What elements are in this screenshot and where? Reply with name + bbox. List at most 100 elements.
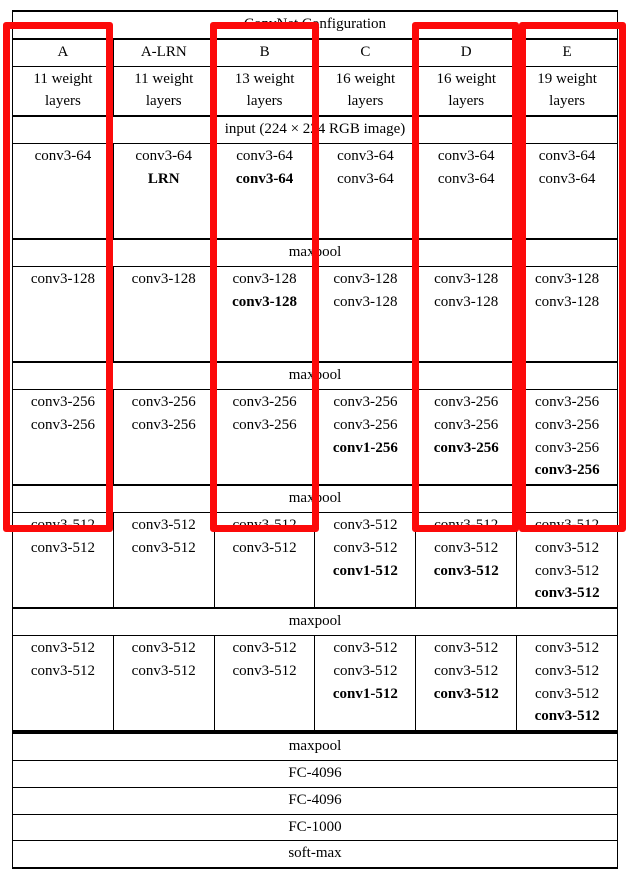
layer-entry: conv3-256 [131, 393, 196, 410]
layer-entry-spacer [116, 213, 212, 236]
layer-entry: conv3-128 [131, 270, 196, 287]
layer-entry-spacer [317, 705, 413, 728]
depth-line-2: layers [45, 93, 81, 110]
table-row-title: ConvNet Configuration [11, 10, 619, 40]
layer-entry: LRN [147, 170, 180, 187]
layer-entry-spacer [418, 459, 514, 482]
layer-entry: conv1-512 [332, 562, 398, 579]
layer-entry-spacer [418, 314, 514, 337]
cell-block-64-col-a: conv3-64 [12, 143, 114, 241]
layer-entry-spacer [217, 191, 313, 214]
table-row-footer: FC-4096 [12, 787, 618, 815]
table-row-maxpool: maxpool [11, 485, 619, 513]
layer-entry: conv3-64 [235, 170, 294, 187]
layer-entry: conv3-512 [131, 539, 196, 556]
layer-entry: conv3-512 [333, 516, 398, 533]
depth-line-2: layers [347, 93, 384, 110]
layer-entry-spacer [15, 683, 111, 706]
depth-line-1: 16 weight [335, 70, 396, 87]
layer-entry-spacer [418, 705, 514, 728]
layer-entry-spacer [15, 336, 111, 359]
table-row-maxpool: maxpool [11, 239, 619, 267]
table-title: ConvNet Configuration [11, 10, 619, 40]
cell-block-256-col-e: conv3-256 conv3-256 conv3-256 conv3-256 [516, 389, 619, 487]
cell-block-512-b-col-a-lrn: conv3-512 conv3-512 [112, 635, 215, 733]
depth-line-1: 13 weight [234, 70, 295, 87]
layer-entry-spacer [217, 683, 313, 706]
maxpool-label: maxpool [11, 485, 619, 513]
layer-entry: conv3-512 [131, 639, 196, 656]
footer-row-fc-1000: FC-1000 [12, 814, 618, 842]
column-depth-a-lrn: 11 weight layers [112, 66, 215, 118]
layer-entry: conv3-512 [333, 539, 398, 556]
cell-block-256-col-c: conv3-256 conv3-256 conv1-256 [314, 389, 416, 487]
layer-entry: conv3-512 [535, 539, 600, 556]
cell-block-128-col-e: conv3-128 conv3-128 [516, 266, 619, 364]
layer-entry: conv3-256 [534, 462, 600, 479]
layer-entry: conv3-512 [232, 662, 297, 679]
column-depth-d: 16 weight layers [415, 66, 517, 118]
layer-entry: conv3-128 [232, 293, 298, 310]
cell-block-512-b-col-a: conv3-512 conv3-512 [12, 635, 114, 733]
layer-entry: conv1-256 [332, 439, 398, 456]
layer-entry: conv3-64 [437, 147, 495, 164]
layer-entry-spacer [217, 213, 313, 236]
cell-block-512-a-col-e: conv3-512 conv3-512 conv3-512 conv3-512 [516, 512, 619, 610]
column-header-a: A [12, 37, 114, 67]
layer-entry: conv3-512 [535, 639, 600, 656]
layer-entry: conv3-512 [30, 516, 95, 533]
convnet-configuration-table: ConvNet Configuration A A-LRN B C D E 11… [11, 10, 619, 869]
classifier-table: maxpool FC-4096 FC-4096 FC-1000 soft-max [12, 732, 618, 869]
layer-entry: conv3-64 [337, 170, 394, 187]
layer-entry-spacer [217, 336, 313, 359]
footer-row-fc-4096-1: FC-4096 [12, 760, 618, 788]
cell-block-512-b-col-c: conv3-512 conv3-512 conv1-512 [314, 635, 416, 733]
column-header-c: C [314, 37, 416, 67]
layer-entry-spacer [15, 437, 111, 460]
layer-entry-spacer [317, 582, 413, 605]
layer-entry: conv3-128 [333, 270, 398, 287]
layer-entry-spacer [519, 213, 615, 236]
layer-entry-spacer [217, 582, 313, 605]
column-header-a-lrn: A-LRN [112, 37, 215, 67]
cell-block-512-b-col-d: conv3-512 conv3-512 conv3-512 [415, 635, 517, 733]
depth-line-2: layers [448, 93, 485, 110]
layer-entry: conv3-512 [131, 516, 196, 533]
layer-entry: conv3-256 [232, 393, 297, 410]
cell-block-256-col-d: conv3-256 conv3-256 conv3-256 [415, 389, 517, 487]
layer-entry-spacer [15, 582, 111, 605]
column-header-d: D [415, 37, 517, 67]
depth-line-2: layers [549, 93, 585, 110]
layer-entry: conv3-512 [30, 639, 95, 656]
table-row-block-512-b: conv3-512 conv3-512 conv3-512 conv3-512 co… [12, 635, 619, 733]
cell-block-256-col-a: conv3-256 conv3-256 [12, 389, 114, 487]
layer-entry: conv3-512 [535, 662, 600, 679]
layer-entry: conv3-512 [534, 585, 600, 602]
layer-entry-spacer [15, 213, 111, 236]
table-row-maxpool: maxpool [11, 362, 619, 390]
maxpool-label: maxpool [11, 362, 619, 390]
layer-entry: conv3-64 [538, 170, 596, 187]
layer-entry-spacer [116, 336, 212, 359]
layer-entry: conv3-128 [333, 293, 398, 310]
layer-entry: conv3-512 [434, 639, 499, 656]
column-header-b: B [213, 37, 315, 67]
layer-entry-spacer [317, 191, 413, 214]
table-row-block-128: conv3-128 conv3-128 conv3-128 conv3-128 c… [12, 266, 619, 364]
layer-entry: conv3-512 [434, 662, 499, 679]
layer-entry-spacer [15, 314, 111, 337]
cell-block-64-col-e: conv3-64 conv3-64 [516, 143, 619, 241]
layer-entry-spacer [519, 336, 615, 359]
layer-entry-spacer [116, 437, 212, 460]
layer-entry-spacer [418, 213, 514, 236]
layer-entry-spacer [116, 560, 212, 583]
depth-line-1: 19 weight [537, 70, 597, 87]
table-row-input: input (224 × 224 RGB image) [11, 116, 619, 144]
layer-entry: conv3-512 [434, 539, 499, 556]
cell-block-256-col-b: conv3-256 conv3-256 [213, 389, 315, 487]
column-depth-e: 19 weight layers [516, 66, 619, 118]
layer-entry-spacer [317, 459, 413, 482]
cell-block-64-col-b: conv3-64 conv3-64 [213, 143, 315, 241]
layer-entry-spacer [15, 459, 111, 482]
layer-entry: conv3-64 [337, 147, 394, 164]
